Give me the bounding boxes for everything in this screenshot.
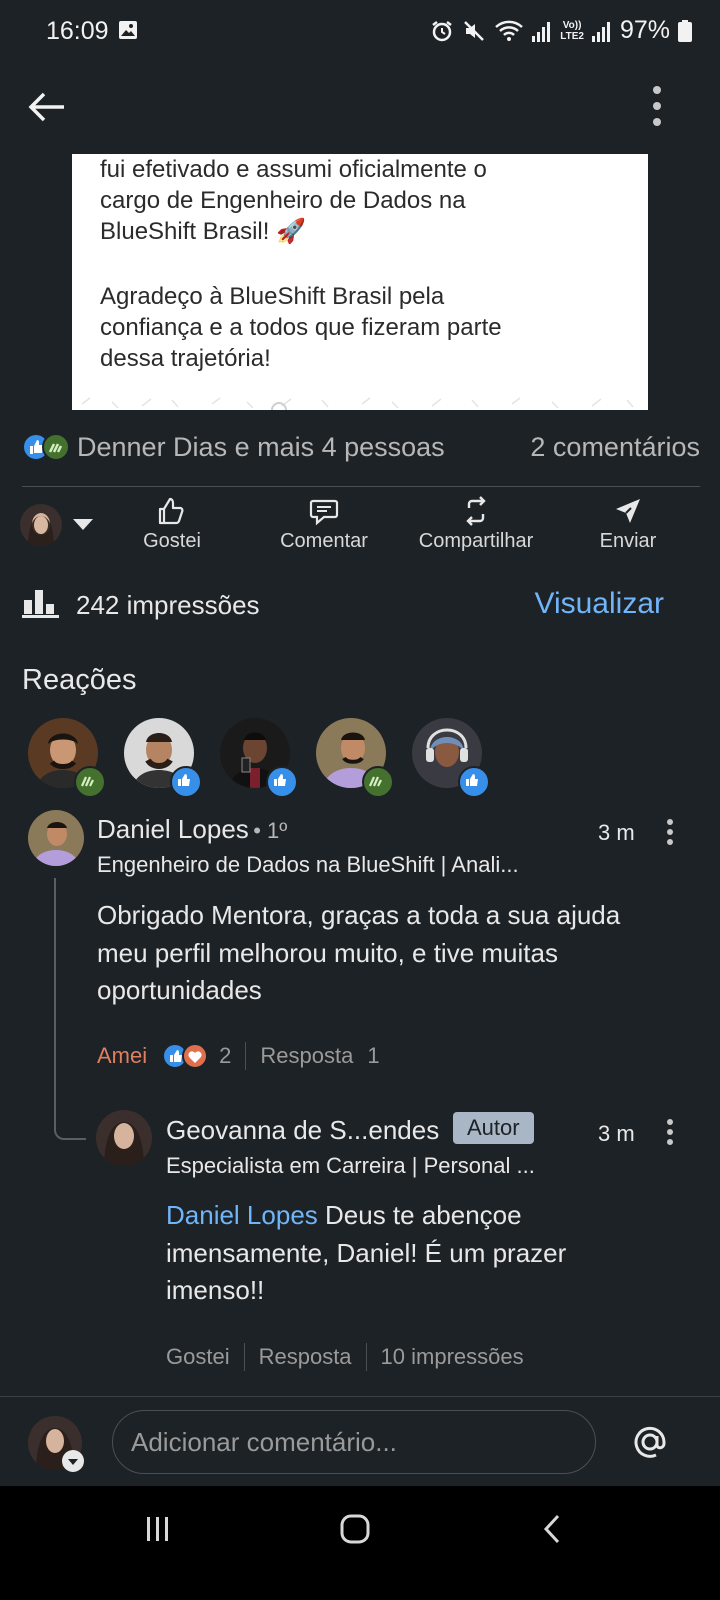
post-text-line: BlueShift Brasil! 🚀 <box>100 218 306 245</box>
post-text-line: cargo de Engenheiro de Dados na <box>100 187 466 214</box>
comments-count[interactable]: 2 comentários <box>530 432 700 463</box>
love-reaction-button[interactable]: Amei <box>97 1043 147 1069</box>
like-label: Gostei <box>143 530 201 552</box>
comment-input[interactable] <box>112 1410 596 1474</box>
commenter-avatar[interactable] <box>28 810 84 866</box>
comment-impressions: 10 impressões <box>380 1344 524 1369</box>
signal-icon <box>532 20 552 42</box>
author-name[interactable]: Daniel Lopes <box>97 814 249 844</box>
celebrate-icon <box>74 766 106 798</box>
status-time: 16:09 <box>46 17 109 45</box>
home-icon <box>340 1514 370 1544</box>
comment-button[interactable]: Comentar <box>244 496 404 553</box>
like-icon <box>458 766 490 798</box>
comment-text: Daniel Lopes Deus te abençoe imensamente… <box>166 1197 646 1310</box>
reaction-icons[interactable] <box>22 432 72 462</box>
share-label: Compartilhar <box>418 530 534 552</box>
reply-button[interactable]: Resposta <box>260 1043 353 1069</box>
like-love-icons <box>162 1043 209 1069</box>
back-arrow-icon <box>28 92 64 122</box>
battery-icon <box>678 19 692 42</box>
chevron-left-icon <box>543 1514 560 1544</box>
author-headline: Especialista em Carreira | Personal ... <box>166 1153 535 1178</box>
actor-avatar[interactable] <box>20 504 62 546</box>
like-icon <box>170 766 202 798</box>
divider <box>0 1396 720 1397</box>
comment-icon <box>244 496 404 526</box>
home-button[interactable] <box>340 1514 370 1544</box>
comment-time: 3 m <box>598 820 635 845</box>
chevron-down-icon[interactable] <box>62 1450 84 1472</box>
view-analytics-link[interactable]: Visualizar <box>534 587 664 621</box>
alarm-icon <box>430 19 454 43</box>
like-button[interactable]: Gostei <box>92 496 252 553</box>
comment-options-button[interactable] <box>662 818 678 846</box>
send-button[interactable]: Enviar <box>548 496 708 553</box>
reactor-avatar[interactable] <box>220 718 298 798</box>
mention-link[interactable]: Daniel Lopes <box>166 1200 318 1230</box>
post-text-line: fui efetivado e assumi oficialmente o <box>100 156 487 183</box>
more-vertical-icon <box>667 1119 673 1145</box>
repost-icon <box>396 496 556 526</box>
comment-time: 3 m <box>598 1121 635 1146</box>
thread-line <box>54 878 86 1140</box>
card-pattern <box>81 397 634 410</box>
separator <box>365 1343 367 1371</box>
impressions-count: 242 impressões <box>76 590 260 620</box>
author-name[interactable]: Geovanna de S...endes <box>166 1115 439 1146</box>
comment-actions: Amei 2 Resposta 1 <box>97 1040 380 1072</box>
battery-text: 97% <box>619 16 670 44</box>
reply-button[interactable]: Resposta <box>259 1344 352 1370</box>
recents-icon <box>147 1517 168 1541</box>
divider <box>22 486 700 487</box>
system-nav-bar <box>0 1486 720 1600</box>
reactor-avatar[interactable] <box>124 718 202 798</box>
post-text-line: Agradeço à BlueShift Brasil pela <box>100 283 445 310</box>
comment-author[interactable]: Daniel Lopes • 1º <box>97 814 287 845</box>
comment-text: Obrigado Mentora, graças a toda a sua aj… <box>97 900 621 1005</box>
volte-icon: Vo)) LTE2 <box>560 19 584 42</box>
author-badge: Autor <box>453 1112 534 1144</box>
more-vertical-icon <box>653 86 661 126</box>
like-button[interactable]: Gostei <box>166 1344 230 1370</box>
chevron-down-icon[interactable] <box>72 518 94 532</box>
wifi-icon <box>494 19 524 43</box>
status-bar: 16:09 Vo)) LTE2 97% <box>0 0 720 60</box>
comment-options-button[interactable] <box>662 1118 678 1146</box>
back-button[interactable] <box>26 86 68 128</box>
gallery-icon <box>118 20 138 40</box>
post-text-line: dessa trajetória! <box>100 345 271 372</box>
mention-at-icon[interactable] <box>630 1422 670 1462</box>
author-headline: Engenheiro de Dados na BlueShift | Anali… <box>97 852 519 877</box>
share-button[interactable]: Compartilhar <box>396 496 556 553</box>
comment-label: Comentar <box>280 530 368 552</box>
more-vertical-icon <box>667 819 673 845</box>
reactions-summary-text[interactable]: Denner Dias e mais 4 pessoas <box>77 432 445 463</box>
reply-count[interactable]: 1 <box>367 1043 379 1069</box>
system-back-button[interactable] <box>542 1514 562 1544</box>
reactions-title: Reações <box>22 664 137 696</box>
reactor-avatar[interactable] <box>316 718 394 798</box>
reaction-count[interactable]: 2 <box>161 1042 231 1070</box>
send-label: Enviar <box>599 530 657 552</box>
like-icon <box>266 766 298 798</box>
reactor-avatar[interactable] <box>28 718 106 798</box>
analytics-icon <box>22 586 60 618</box>
separator <box>243 1343 245 1371</box>
comment-actions: Gostei Resposta 10 impressões <box>166 1341 524 1373</box>
mute-icon <box>462 19 486 43</box>
reactor-avatar[interactable] <box>412 718 490 798</box>
thumbs-up-icon <box>92 496 252 526</box>
signal-icon-2 <box>591 20 612 42</box>
post-text-line: confiança e a todos que fizeram parte <box>100 314 502 341</box>
recent-apps-button[interactable] <box>146 1516 170 1542</box>
separator <box>245 1042 247 1070</box>
celebrate-icon <box>362 766 394 798</box>
send-icon <box>548 496 708 526</box>
connection-degree: • 1º <box>253 818 288 843</box>
post-card[interactable]: fui efetivado e assumi oficialmente o ca… <box>72 154 648 410</box>
commenter-avatar[interactable] <box>96 1110 152 1166</box>
more-options-button[interactable] <box>645 84 669 130</box>
